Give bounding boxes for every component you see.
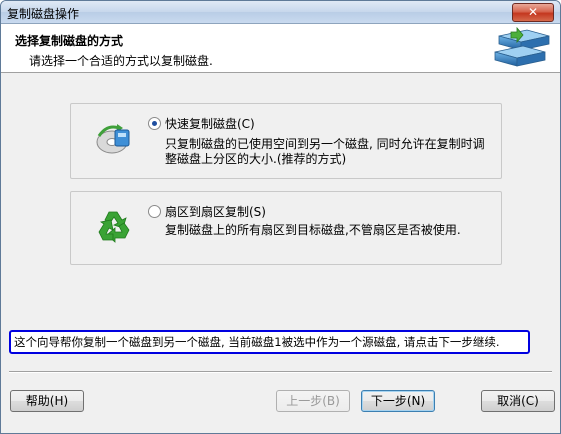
options-area: 快速复制磁盘(C) 只复制磁盘的已使用空间到另一个磁盘, 同时允许在复制时调整磁…	[1, 73, 560, 358]
back-button[interactable]: 上一步(B)	[276, 390, 350, 412]
wizard-header: 选择复制磁盘的方式 请选择一个合适的方式以复制磁盘.	[1, 24, 560, 73]
option-sector-copy[interactable]: 扇区到扇区复制(S) 复制磁盘上的所有扇区到目标磁盘,不管扇区是否被使用.	[70, 191, 502, 265]
close-button[interactable]: ✕	[512, 3, 554, 22]
fast-copy-label[interactable]: 快速复制磁盘(C)	[165, 115, 255, 132]
disk-copy-icon	[494, 26, 550, 67]
fast-copy-radio[interactable]	[148, 117, 161, 130]
status-message: 这个向导帮你复制一个磁盘到另一个磁盘, 当前磁盘1被选中作为一个源磁盘, 请点击…	[14, 335, 500, 349]
recycle-icon	[98, 211, 130, 243]
sector-copy-description: 复制磁盘上的所有扇区到目标磁盘,不管扇区是否被使用.	[165, 223, 461, 237]
next-button[interactable]: 下一步(N)	[361, 390, 435, 412]
window-title: 复制磁盘操作	[7, 7, 80, 21]
footer-divider	[9, 371, 552, 373]
fast-copy-disk-icon	[96, 124, 130, 154]
status-message-box: 这个向导帮你复制一个磁盘到另一个磁盘, 当前磁盘1被选中作为一个源磁盘, 请点击…	[9, 330, 530, 354]
help-button[interactable]: 帮助(H)	[10, 390, 84, 412]
copy-disk-dialog: 复制磁盘操作 ✕ 选择复制磁盘的方式 请选择一个合适的方式以复制磁盘. 快速复制…	[0, 0, 561, 434]
option-fast-copy[interactable]: 快速复制磁盘(C) 只复制磁盘的已使用空间到另一个磁盘, 同时允许在复制时调整磁…	[70, 103, 502, 179]
title-bar[interactable]: 复制磁盘操作 ✕	[1, 1, 560, 24]
sector-copy-label[interactable]: 扇区到扇区复制(S)	[165, 203, 266, 220]
page-subtitle: 请选择一个合适的方式以复制磁盘.	[29, 54, 213, 68]
fast-copy-description: 只复制磁盘的已使用空间到另一个磁盘, 同时允许在复制时调整磁盘上分区的大小.(推…	[165, 137, 485, 166]
close-icon: ✕	[527, 5, 539, 19]
sector-copy-radio[interactable]	[148, 205, 161, 218]
page-title: 选择复制磁盘的方式	[15, 34, 124, 48]
cancel-button[interactable]: 取消(C)	[481, 390, 555, 412]
